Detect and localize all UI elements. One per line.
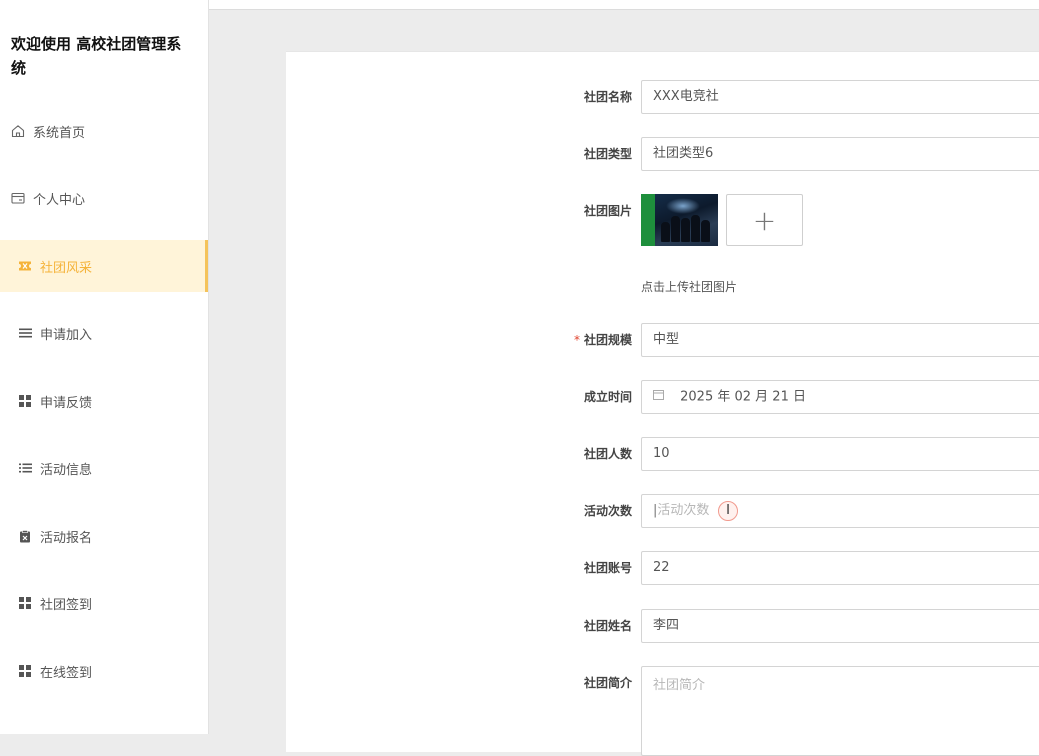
image-upload-button[interactable]: + <box>726 194 803 246</box>
intro-placeholder: 社团简介 <box>653 678 706 693</box>
founded-date-picker[interactable]: 2025 年 02 月 21 日 <box>641 380 1039 414</box>
sidebar-item-activity-signup[interactable]: 活动报名 <box>0 510 208 562</box>
activity-count-placeholder: 活动次数 <box>657 503 710 518</box>
mouse-cursor-icon: I <box>718 501 738 521</box>
sidebar-item-label: 个人中心 <box>33 192 86 208</box>
club-form-card: 社团名称 XXX电竞社 社团类型 社团类型6 社团图片 + 点击上传社团图片 *… <box>286 51 1039 756</box>
sidebar-item-label: 活动报名 <box>40 530 93 546</box>
top-header <box>209 0 1039 10</box>
grid-icon <box>17 595 33 611</box>
plus-icon: + <box>752 203 777 237</box>
field-label: 社团名称 <box>583 90 632 104</box>
grid-icon <box>17 393 33 409</box>
field-label: 社团账号 <box>583 561 632 575</box>
sidebar-item-online-checkin[interactable]: 在线签到 <box>0 645 208 697</box>
card-icon <box>10 190 26 206</box>
field-label: 社团类型 <box>583 147 632 161</box>
sidebar-item-label: 在线签到 <box>40 665 93 681</box>
sidebar-item-label: 系统首页 <box>33 125 86 141</box>
activity-count-input[interactable]: |活动次数 I <box>641 494 1039 528</box>
required-mark: * <box>573 333 580 347</box>
club-account-input[interactable]: 22 <box>641 551 1039 585</box>
menu-lines-icon <box>17 325 33 341</box>
calendar-icon <box>653 381 664 413</box>
sidebar-item-label: 活动信息 <box>40 462 93 478</box>
sidebar-item-label: 申请加入 <box>40 327 93 343</box>
ticket-icon <box>17 258 33 274</box>
clipboard-x-icon <box>17 528 33 544</box>
sidebar: 欢迎使用 高校社团管理系统 系统首页 个人中心 社团风采 申请加入 申请反馈 活… <box>0 0 209 734</box>
founded-date-value: 2025 年 02 月 21 日 <box>680 389 806 405</box>
field-label: 活动次数 <box>583 504 632 518</box>
club-intro-textarea[interactable]: 社团简介 <box>641 666 1039 756</box>
image-upload-hint: 点击上传社团图片 <box>641 280 738 294</box>
member-count-input[interactable]: 10 <box>641 437 1039 471</box>
club-type-select[interactable]: 社团类型6 <box>641 137 1039 171</box>
sidebar-item-label: 社团签到 <box>40 597 93 613</box>
owner-name-input[interactable]: 李四 <box>641 609 1039 643</box>
sidebar-item-activity-info[interactable]: 活动信息 <box>0 442 208 494</box>
sidebar-item-profile[interactable]: 个人中心 <box>0 172 208 224</box>
brand-title: 欢迎使用 高校社团管理系统 <box>11 35 182 77</box>
field-label: 社团简介 <box>583 676 632 690</box>
field-label: * 社团规模 <box>573 333 632 347</box>
list-icon <box>17 460 33 476</box>
sidebar-item-apply-feedback[interactable]: 申请反馈 <box>0 375 208 427</box>
field-label: 成立时间 <box>583 390 632 404</box>
sidebar-item-label: 申请反馈 <box>40 395 93 411</box>
field-label: 社团姓名 <box>583 619 632 633</box>
club-scale-select[interactable]: 中型 <box>641 323 1039 357</box>
club-image-thumbnail[interactable] <box>641 194 718 246</box>
sidebar-item-apply-join[interactable]: 申请加入 <box>0 307 208 359</box>
sidebar-item-club-showcase[interactable]: 社团风采 <box>0 240 208 292</box>
home-icon <box>10 123 26 139</box>
sidebar-item-label: 社团风采 <box>40 260 93 276</box>
grid-icon <box>17 663 33 679</box>
sidebar-item-club-checkin[interactable]: 社团签到 <box>0 577 208 629</box>
club-name-input[interactable]: XXX电竞社 <box>641 80 1039 114</box>
field-label: 社团图片 <box>583 204 632 218</box>
sidebar-item-home[interactable]: 系统首页 <box>0 105 208 157</box>
field-label: 社团人数 <box>583 447 632 461</box>
